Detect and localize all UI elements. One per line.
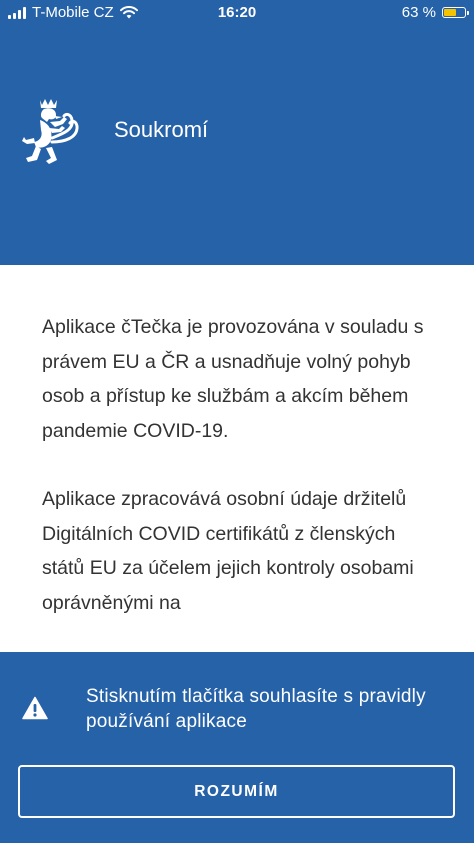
battery-level: [444, 9, 456, 16]
header: T-Mobile CZ 16:20 63 % Soukromí: [0, 0, 474, 265]
czech-lion-logo-icon: [22, 99, 79, 164]
page-title: Soukromí: [114, 117, 209, 142]
consent-text: Stisknutím tlačítka souhlasíte s pravidl…: [86, 686, 426, 732]
status-bar: T-Mobile CZ 16:20 63 %: [0, 0, 474, 28]
privacy-screen: T-Mobile CZ 16:20 63 % Soukromí Aplikace…: [0, 0, 474, 843]
warning-icon: [22, 696, 48, 720]
paragraph: Aplikace čTečka je provozována v souladu…: [42, 316, 424, 442]
battery-percent: 63 %: [401, 4, 436, 21]
consent-panel: Stisknutím tlačítka souhlasíte s pravidl…: [0, 652, 474, 843]
accept-button[interactable]: ROZUMÍM: [18, 765, 455, 818]
privacy-text: Aplikace čTečka je provozována v souladu…: [42, 310, 442, 654]
status-right: 63 %: [401, 4, 469, 21]
battery-icon: [442, 7, 469, 18]
paragraph: Aplikace zpracovává osobní údaje držitel…: [42, 488, 414, 614]
